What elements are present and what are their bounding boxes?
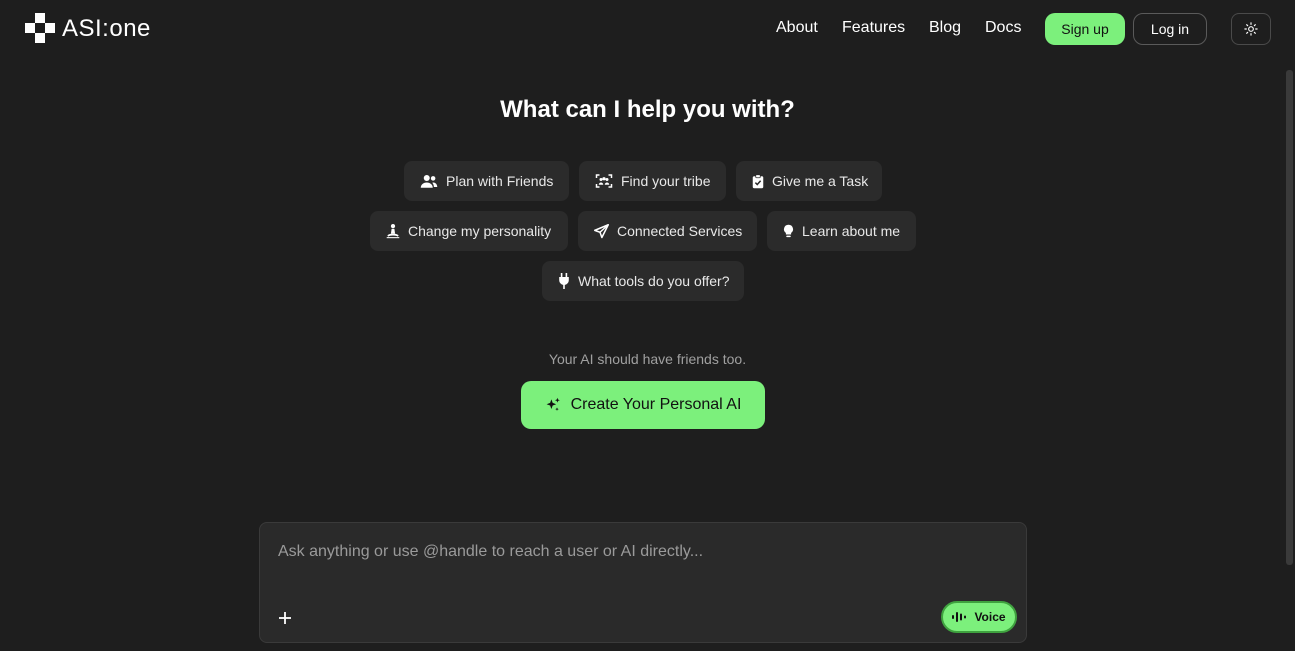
chip-label: Plan with Friends: [446, 173, 554, 189]
nav-about-link[interactable]: About: [776, 19, 818, 37]
signup-button[interactable]: Sign up: [1045, 13, 1125, 45]
plus-icon[interactable]: [276, 609, 294, 627]
page-scrollbar[interactable]: [1286, 70, 1293, 565]
chip-find-your-tribe[interactable]: Find your tribe: [579, 161, 726, 201]
voice-label: Voice: [974, 610, 1006, 624]
users-icon: [420, 175, 438, 188]
chip-label: Learn about me: [802, 223, 901, 239]
lightbulb-icon: [783, 224, 794, 237]
chip-label: Connected Services: [617, 223, 743, 239]
chip-label: Change my personality: [408, 223, 552, 239]
plug-icon: [559, 273, 569, 289]
login-button[interactable]: Log in: [1133, 13, 1207, 45]
nav-docs-link[interactable]: Docs: [985, 19, 1021, 37]
scan-users-icon: [595, 174, 613, 188]
create-personal-ai-button[interactable]: Create Your Personal AI: [521, 381, 765, 429]
page-title: What can I help you with?: [500, 96, 795, 123]
chip-connected-services[interactable]: Connected Services: [578, 211, 757, 251]
message-input[interactable]: [276, 541, 1000, 585]
person-meditate-icon: [386, 224, 400, 239]
theme-toggle-button[interactable]: [1231, 13, 1271, 45]
chip-learn-about-me[interactable]: Learn about me: [767, 211, 916, 251]
audio-waveform-icon: [952, 612, 967, 622]
clipboard-check-icon: [752, 173, 764, 188]
logo[interactable]: ASI:one: [25, 13, 151, 44]
cta-label: Create Your Personal AI: [570, 396, 742, 413]
chip-change-my-personality[interactable]: Change my personality: [370, 211, 568, 251]
chip-give-me-a-task[interactable]: Give me a Task: [736, 161, 882, 201]
message-composer: Voice: [259, 522, 1027, 643]
chip-label: Find your tribe: [621, 173, 711, 189]
voice-button[interactable]: Voice: [941, 601, 1017, 633]
send-icon: [594, 223, 609, 238]
tagline: Your AI should have friends too.: [548, 351, 747, 367]
sun-icon: [1244, 22, 1258, 36]
chip-label: Give me a Task: [772, 173, 869, 189]
nav-features-link[interactable]: Features: [842, 19, 905, 37]
logo-mark-icon: [25, 13, 56, 44]
brand-name: ASI:one: [62, 14, 151, 42]
top-bar: ASI:one About Features Blog Docs Sign up…: [0, 0, 1295, 58]
chip-label: What tools do you offer?: [578, 273, 730, 289]
sparkles-icon: [546, 397, 560, 411]
chip-what-tools-do-you-offer[interactable]: What tools do you offer?: [542, 261, 744, 301]
nav-blog-link[interactable]: Blog: [929, 19, 961, 37]
chip-plan-with-friends[interactable]: Plan with Friends: [404, 161, 569, 201]
